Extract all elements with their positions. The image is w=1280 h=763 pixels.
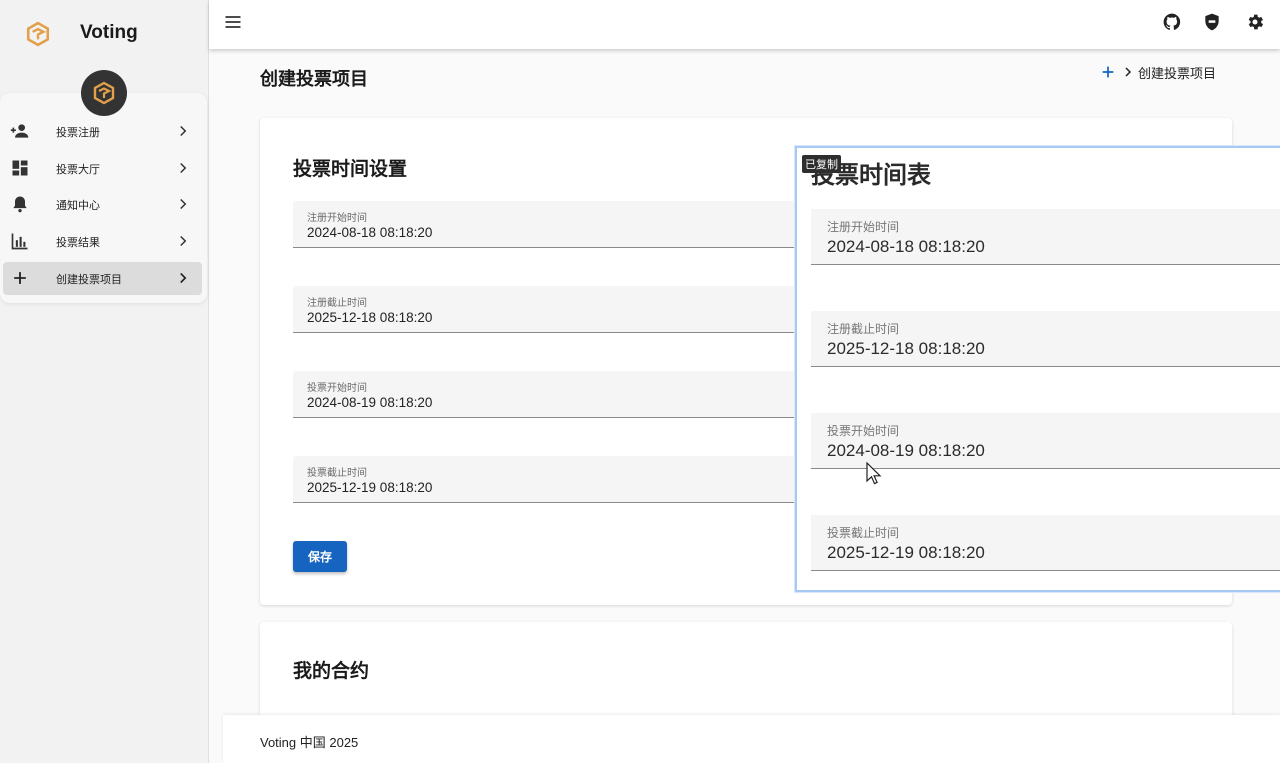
sidebar-item-results[interactable]: 投票结果 bbox=[3, 225, 202, 258]
field-value: 2024-08-19 08:18:20 bbox=[307, 395, 433, 410]
footer: Voting 中国 2025 bbox=[223, 715, 1280, 763]
overlay-vote-start-field[interactable]: 投票开始时间 2024-08-19 08:18:20 bbox=[811, 413, 1280, 469]
bar-chart-icon bbox=[11, 233, 28, 250]
register-start-field[interactable]: 注册开始时间 2024-08-18 08:18:20 bbox=[293, 201, 813, 248]
my-contracts-card: 我的合约 bbox=[260, 622, 1232, 722]
vote-start-field[interactable]: 投票开始时间 2024-08-19 08:18:20 bbox=[293, 371, 813, 418]
overlay-register-start-field[interactable]: 注册开始时间 2024-08-18 08:18:20 bbox=[811, 209, 1280, 265]
sidebar-item-notifications[interactable]: 通知中心 bbox=[3, 188, 202, 221]
field-value: 2025-12-19 08:18:20 bbox=[307, 480, 433, 495]
field-value: 2024-08-19 08:18:20 bbox=[827, 441, 985, 460]
field-label: 投票截止时间 bbox=[307, 468, 367, 479]
sidebar-item-label: 创建投票项目 bbox=[56, 274, 122, 286]
sidebar-item-label: 投票注册 bbox=[56, 127, 100, 139]
field-label: 投票开始时间 bbox=[307, 383, 367, 394]
avatar-logo-icon bbox=[93, 81, 115, 105]
field-value: 2025-12-19 08:18:20 bbox=[827, 543, 985, 562]
breadcrumb-current: 创建投票项目 bbox=[1138, 65, 1217, 81]
chevron-right-icon bbox=[180, 125, 187, 137]
field-value: 2024-08-18 08:18:20 bbox=[307, 225, 433, 240]
field-label: 注册截止时间 bbox=[827, 322, 900, 336]
sidebar-item-register[interactable]: 投票注册 bbox=[3, 115, 202, 148]
card-title: 投票时间设置 bbox=[293, 159, 408, 180]
nav-menu: 投票注册 投票大厅 通知中心 投票结果 创建投票项目 bbox=[0, 93, 207, 303]
chevron-right-icon bbox=[1125, 67, 1132, 77]
app-title: Voting bbox=[80, 22, 138, 43]
schedule-overlay-panel[interactable]: 已复制 投票时间表 注册开始时间 2024-08-18 08:18:20 注册截… bbox=[795, 146, 1280, 592]
footer-text: Voting 中国 2025 bbox=[260, 735, 359, 750]
sidebar-item-hall[interactable]: 投票大厅 bbox=[3, 152, 202, 185]
sidebar-item-label: 通知中心 bbox=[56, 200, 100, 212]
copied-badge: 已复制 bbox=[802, 155, 841, 173]
breadcrumb: 创建投票项目 bbox=[1100, 62, 1216, 82]
brand[interactable]: Voting bbox=[0, 0, 209, 68]
plus-icon bbox=[14, 272, 26, 284]
bell-icon bbox=[13, 196, 27, 213]
field-label: 注册截止时间 bbox=[307, 298, 367, 309]
dashboard-icon bbox=[12, 160, 28, 176]
overlay-vote-end-field[interactable]: 投票截止时间 2025-12-19 08:18:20 bbox=[811, 515, 1280, 571]
plus-icon[interactable] bbox=[1100, 64, 1116, 80]
shield-icon[interactable] bbox=[1202, 12, 1222, 32]
chevron-right-icon bbox=[180, 272, 187, 284]
chevron-right-icon bbox=[180, 198, 187, 210]
field-label: 投票开始时间 bbox=[827, 424, 900, 438]
field-value: 2024-08-18 08:18:20 bbox=[827, 237, 985, 256]
field-value: 2025-12-18 08:18:20 bbox=[827, 339, 985, 358]
field-value: 2025-12-18 08:18:20 bbox=[307, 310, 433, 325]
avatar[interactable] bbox=[81, 70, 127, 116]
chevron-right-icon bbox=[180, 235, 187, 247]
menu-icon[interactable] bbox=[223, 12, 243, 32]
github-icon[interactable] bbox=[1162, 12, 1182, 32]
page-title: 创建投票项目 bbox=[260, 69, 368, 89]
field-label: 注册开始时间 bbox=[827, 220, 900, 234]
overlay-register-end-field[interactable]: 注册截止时间 2025-12-18 08:18:20 bbox=[811, 311, 1280, 367]
chevron-right-icon bbox=[180, 162, 187, 174]
save-button[interactable]: 保存 bbox=[293, 541, 347, 572]
sidebar-item-label: 投票结果 bbox=[56, 237, 100, 249]
vote-end-field[interactable]: 投票截止时间 2025-12-19 08:18:20 bbox=[293, 456, 813, 503]
top-bar bbox=[209, 0, 1280, 49]
logo-icon bbox=[26, 21, 50, 47]
mouse-cursor-icon bbox=[866, 462, 882, 485]
sidebar: Voting 投票注册 投票大厅 通知中心 投票结果 创建投票项目 bbox=[0, 0, 209, 763]
register-end-field[interactable]: 注册截止时间 2025-12-18 08:18:20 bbox=[293, 286, 813, 333]
field-label: 投票截止时间 bbox=[827, 526, 900, 540]
person-add-icon bbox=[10, 124, 29, 138]
sidebar-item-create-project[interactable]: 创建投票项目 bbox=[3, 262, 202, 295]
sidebar-item-label: 投票大厅 bbox=[56, 164, 100, 176]
card-title: 我的合约 bbox=[293, 661, 370, 682]
field-label: 注册开始时间 bbox=[307, 213, 367, 224]
gear-icon[interactable] bbox=[1245, 12, 1265, 32]
